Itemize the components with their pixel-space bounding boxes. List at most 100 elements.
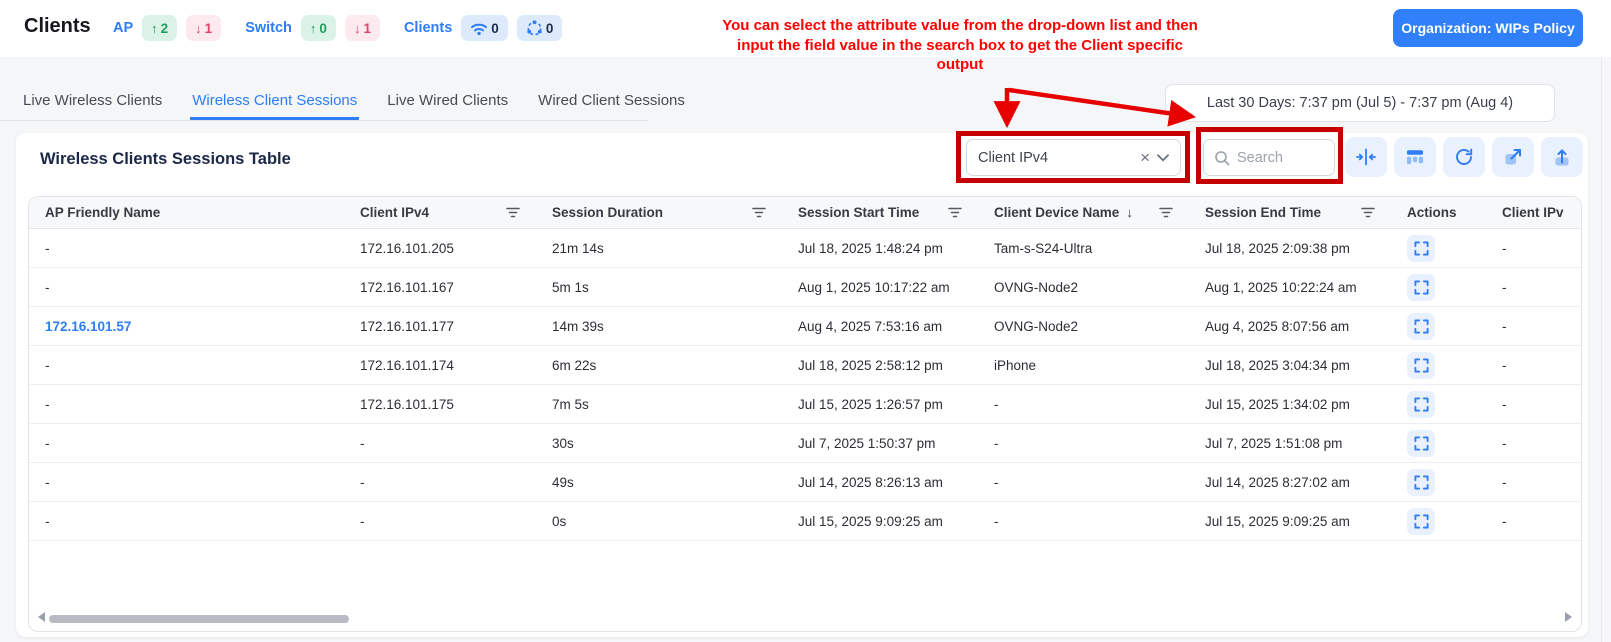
expand-icon <box>1414 397 1429 412</box>
cell-client-device-name: - <box>978 514 1189 529</box>
cell-session-duration: 5m 1s <box>536 280 782 295</box>
refresh-icon <box>1454 147 1474 167</box>
refresh-button[interactable] <box>1443 137 1485 177</box>
cell-session-start-time: Aug 4, 2025 7:53:16 am <box>782 319 978 334</box>
expand-icon <box>1414 514 1429 529</box>
ap-up-badge: ↑2 <box>142 15 177 41</box>
cell-session-start-time: Jul 14, 2025 8:26:13 am <box>782 475 978 490</box>
tab-live-wireless-clients[interactable]: Live Wireless Clients <box>21 86 164 120</box>
column-manager-icon <box>1405 147 1425 167</box>
expand-session-button[interactable] <box>1407 235 1435 262</box>
open-in-new-icon <box>1503 147 1523 167</box>
cell-session-duration: 7m 5s <box>536 397 782 412</box>
cell-session-duration: 14m 39s <box>536 319 782 334</box>
cell-session-start-time: Aug 1, 2025 10:17:22 am <box>782 280 978 295</box>
filter-icon[interactable] <box>948 207 962 218</box>
cell-session-end-time: Jul 15, 2025 9:09:25 am <box>1189 514 1391 529</box>
cell-ap-friendly-name-link[interactable]: 172.16.101.57 <box>29 319 344 334</box>
sessions-table: AP Friendly Name Client IPv4 Session Dur… <box>28 196 1582 632</box>
horizontal-scrollbar-thumb[interactable] <box>49 615 349 623</box>
cell-session-duration: 0s <box>536 514 782 529</box>
upload-button[interactable] <box>1541 137 1583 177</box>
expand-icon <box>1414 436 1429 451</box>
expand-session-button[interactable] <box>1407 274 1435 301</box>
page-scrollbar[interactable] <box>1601 0 1611 642</box>
table-row: - 172.16.101.175 7m 5s Jul 15, 2025 1:26… <box>29 385 1582 424</box>
tab-wired-client-sessions[interactable]: Wired Client Sessions <box>536 86 687 120</box>
column-header-client-ip[interactable]: Client IPv <box>1486 197 1582 228</box>
sort-desc-icon[interactable]: ↓ <box>1126 205 1133 220</box>
cell-actions <box>1391 313 1486 340</box>
column-header-client-device-name[interactable]: Client Device Name↓ <box>978 197 1189 228</box>
expand-icon <box>1414 241 1429 256</box>
column-header-client-ipv4[interactable]: Client IPv4 <box>344 197 536 228</box>
open-in-new-button[interactable] <box>1492 137 1534 177</box>
column-header-session-end-time[interactable]: Session End Time <box>1189 197 1391 228</box>
scroll-right-arrow[interactable] <box>1565 612 1572 622</box>
cell-session-duration: 21m 14s <box>536 241 782 256</box>
cell-actions <box>1391 508 1486 535</box>
cell-ap-friendly-name: - <box>29 280 344 295</box>
cell-client-ipv4: 172.16.101.205 <box>344 241 536 256</box>
filter-icon[interactable] <box>752 207 766 218</box>
cell-client-ip: - <box>1486 280 1582 295</box>
column-header-session-duration[interactable]: Session Duration <box>536 197 782 228</box>
filter-icon[interactable] <box>1361 207 1375 218</box>
cell-session-end-time: Jul 18, 2025 3:04:34 pm <box>1189 358 1391 373</box>
cell-session-end-time: Jul 7, 2025 1:51:08 pm <box>1189 436 1391 451</box>
filter-icon[interactable] <box>1159 207 1173 218</box>
cell-client-ip: - <box>1486 475 1582 490</box>
chevron-down-icon[interactable] <box>1157 154 1169 162</box>
column-header-session-start-time[interactable]: Session Start Time <box>782 197 978 228</box>
device-stats: AP ↑2 ↓1 Switch ↑0 ↓1 Clients 0 <box>113 15 562 41</box>
expand-icon <box>1414 280 1429 295</box>
table-title: Wireless Clients Sessions Table <box>40 150 291 169</box>
arrow-down-icon: ↓ <box>195 21 202 36</box>
wifi-icon <box>470 21 488 36</box>
cell-actions <box>1391 391 1486 418</box>
column-manager-button[interactable] <box>1394 137 1436 177</box>
cell-session-start-time: Jul 18, 2025 2:58:12 pm <box>782 358 978 373</box>
cell-client-ipv4: - <box>344 436 536 451</box>
arrow-up-icon: ↑ <box>310 21 317 36</box>
tab-wireless-client-sessions[interactable]: Wireless Client Sessions <box>190 86 359 120</box>
expand-session-button[interactable] <box>1407 469 1435 496</box>
search-input[interactable] <box>1237 150 1317 166</box>
tab-live-wired-clients[interactable]: Live Wired Clients <box>385 86 510 120</box>
expand-session-button[interactable] <box>1407 352 1435 379</box>
clear-selection-icon[interactable]: × <box>1133 149 1157 166</box>
cell-client-device-name: OVNG-Node2 <box>978 319 1189 334</box>
table-row: - - 0s Jul 15, 2025 9:09:25 am - Jul 15,… <box>29 502 1582 541</box>
cell-client-device-name: - <box>978 397 1189 412</box>
cell-client-ip: - <box>1486 514 1582 529</box>
table-row: 172.16.101.57 172.16.101.177 14m 39s Aug… <box>29 307 1582 346</box>
expand-session-button[interactable] <box>1407 391 1435 418</box>
annotation-text: You can select the attribute value from … <box>650 16 1270 75</box>
expand-session-button[interactable] <box>1407 313 1435 340</box>
table-header-row: AP Friendly Name Client IPv4 Session Dur… <box>29 197 1582 229</box>
scroll-left-arrow[interactable] <box>38 612 45 622</box>
cell-actions <box>1391 235 1486 262</box>
attribute-dropdown-value: Client IPv4 <box>978 150 1048 166</box>
date-range-picker[interactable]: Last 30 Days: 7:37 pm (Jul 5) - 7:37 pm … <box>1165 84 1555 122</box>
attribute-dropdown[interactable]: Client IPv4 × <box>966 139 1181 176</box>
cell-session-start-time: Jul 15, 2025 9:09:25 am <box>782 514 978 529</box>
search-box[interactable] <box>1203 139 1335 176</box>
cell-client-ipv4: - <box>344 514 536 529</box>
switch-label: Switch <box>245 20 292 36</box>
expand-session-button[interactable] <box>1407 508 1435 535</box>
cell-ap-friendly-name: - <box>29 514 344 529</box>
column-header-ap-friendly-name[interactable]: AP Friendly Name <box>29 197 344 228</box>
collapse-columns-icon <box>1356 147 1376 167</box>
organization-policy-button[interactable]: Organization: WIPs Policy <box>1393 9 1583 47</box>
cell-session-start-time: Jul 15, 2025 1:26:57 pm <box>782 397 978 412</box>
clients-wifi-badge: 0 <box>461 15 508 41</box>
collapse-columns-button[interactable] <box>1345 137 1387 177</box>
upload-icon <box>1552 147 1572 167</box>
cell-client-ip: - <box>1486 397 1582 412</box>
expand-session-button[interactable] <box>1407 430 1435 457</box>
table-row: - 172.16.101.167 5m 1s Aug 1, 2025 10:17… <box>29 268 1582 307</box>
filter-icon[interactable] <box>506 207 520 218</box>
cell-actions <box>1391 352 1486 379</box>
column-header-actions: Actions <box>1391 197 1486 228</box>
